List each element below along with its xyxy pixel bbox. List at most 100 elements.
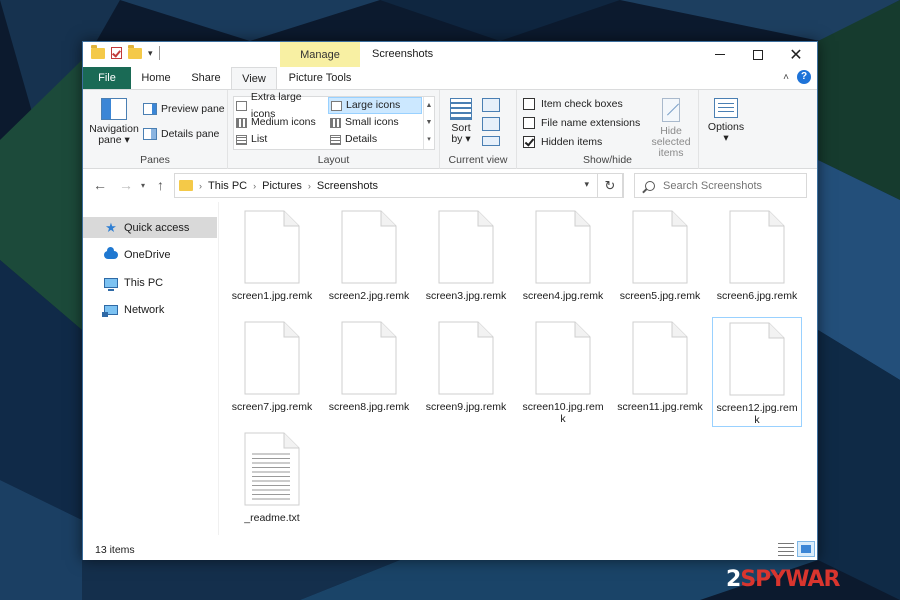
layout-large-icons[interactable]: Large icons — [328, 97, 422, 114]
up-arrow-icon[interactable]: ↑ — [157, 177, 164, 193]
file-item[interactable]: screen12.jpg.remk — [712, 317, 802, 427]
preview-pane-button[interactable]: Preview pane — [143, 100, 225, 118]
breadcrumb-this-pc[interactable]: This PC — [208, 180, 247, 192]
customize-toolbar-arrow-icon[interactable]: ▾ — [148, 48, 153, 59]
navigation-pane-button[interactable]: Navigation pane ▾ — [89, 98, 139, 146]
hidden-items-checkbox[interactable] — [523, 136, 535, 148]
help-icon[interactable]: ? — [797, 70, 811, 84]
address-bar[interactable]: › This PC › Pictures › Screenshots ▾ — [174, 173, 624, 198]
file-item[interactable]: screen9.jpg.remk — [421, 317, 511, 413]
folder-icon[interactable] — [91, 44, 105, 59]
large-icons-view-button[interactable] — [797, 541, 815, 557]
layout-list[interactable]: List — [234, 131, 328, 148]
blank-document-icon — [729, 322, 785, 396]
file-item[interactable]: screen10.jpg.remk — [518, 317, 608, 425]
sidebar-item-label: Quick access — [124, 221, 190, 234]
blank-document-icon — [341, 210, 397, 284]
tab-file[interactable]: File — [83, 67, 131, 89]
navigation-bar: ← → ▾ ↑ › This PC › Pictures › Screensho… — [83, 170, 817, 202]
collapse-ribbon-chevron-icon[interactable]: ˄ — [783, 72, 789, 83]
layout-scroll[interactable]: ▲ ▼ ▾ — [423, 97, 434, 149]
tab-picture-tools[interactable]: Picture Tools — [280, 67, 360, 89]
minimize-button[interactable] — [701, 42, 739, 67]
sidebar-item-this-pc[interactable]: This PC — [83, 272, 217, 293]
file-name: screen6.jpg.remk — [716, 290, 798, 302]
details-icon — [330, 134, 341, 145]
file-name: _readme.txt — [244, 512, 300, 524]
search-icon — [645, 180, 655, 191]
list-icon — [236, 134, 247, 145]
file-item[interactable]: screen11.jpg.remk — [615, 317, 705, 413]
tab-view[interactable]: View — [231, 67, 277, 90]
close-button[interactable]: ✕ — [777, 42, 815, 67]
group-by-icon[interactable] — [482, 98, 500, 112]
file-item[interactable]: screen5.jpg.remk — [615, 206, 705, 302]
sidebar-item-network[interactable]: Network — [83, 299, 217, 320]
layout-group-label: Layout — [317, 154, 350, 166]
tab-share[interactable]: Share — [181, 67, 231, 89]
close-icon: ✕ — [789, 46, 803, 64]
layout-item-label: List — [251, 133, 268, 145]
file-name: screen12.jpg.remk — [716, 402, 798, 426]
file-name: screen10.jpg.remk — [522, 401, 604, 425]
sort-by-button[interactable]: Sort by ▾ — [446, 98, 476, 145]
layout-group: Extra large icons Large icons Medium ico… — [228, 90, 440, 169]
sidebar-item-onedrive[interactable]: OneDrive — [83, 244, 217, 265]
file-item[interactable]: screen3.jpg.remk — [421, 206, 511, 302]
hide-selected-items-button[interactable]: Hide selected items — [643, 98, 699, 159]
options-group: Options ▾ — [699, 90, 754, 169]
details-view-button[interactable] — [777, 541, 795, 557]
file-item[interactable]: screen8.jpg.remk — [324, 317, 414, 413]
hidden-items-option[interactable]: Hidden items — [523, 134, 602, 150]
sidebar-item-label: This PC — [124, 276, 164, 289]
blank-document-icon — [244, 210, 300, 284]
maximize-button[interactable] — [739, 42, 777, 67]
file-item[interactable]: screen6.jpg.remk — [712, 206, 802, 302]
options-label: Options — [707, 121, 745, 133]
layout-extra-large-icons[interactable]: Extra large icons — [234, 91, 328, 120]
file-list: screen1.jpg.remk screen2.jpg.remk screen… — [220, 202, 817, 535]
file-item[interactable]: screen7.jpg.remk — [227, 317, 317, 413]
properties-check-icon[interactable] — [111, 47, 122, 59]
layout-item-label: Details — [345, 133, 378, 145]
add-columns-icon[interactable] — [482, 117, 500, 131]
layout-small-icons[interactable]: Small icons — [328, 114, 422, 131]
breadcrumb-pictures[interactable]: Pictures — [262, 180, 302, 192]
back-arrow-icon[interactable]: ← — [93, 177, 107, 193]
new-folder-icon[interactable] — [128, 44, 142, 59]
options-button[interactable]: Options ▾ — [703, 98, 749, 144]
item-check-boxes-option[interactable]: Item check boxes — [523, 96, 623, 112]
recent-locations-chevron-icon[interactable]: ▾ — [141, 181, 145, 190]
file-item[interactable]: screen1.jpg.remk — [227, 206, 317, 302]
file-name: screen4.jpg.remk — [522, 290, 604, 302]
medium-icons-icon — [236, 117, 247, 128]
sidebar-item-quick-access[interactable]: ★ Quick access — [83, 217, 217, 238]
search-input[interactable] — [663, 179, 793, 192]
layout-details[interactable]: Details — [328, 131, 422, 148]
show-hide-group-label: Show/hide — [582, 154, 633, 166]
file-item[interactable]: screen4.jpg.remk — [518, 206, 608, 302]
navigation-pane: ★ Quick access OneDrive This PC Network — [83, 202, 219, 535]
details-pane-button[interactable]: Details pane — [143, 125, 219, 143]
item-count: 13 items — [95, 544, 135, 556]
file-name-extensions-label: File name extensions — [541, 117, 641, 129]
refresh-button[interactable]: ↻ — [597, 173, 623, 198]
file-name-extensions-option[interactable]: File name extensions — [523, 115, 640, 131]
tab-home[interactable]: Home — [131, 67, 181, 89]
tab-manage[interactable]: Manage — [280, 42, 360, 67]
layout-medium-icons[interactable]: Medium icons — [234, 114, 328, 131]
file-name-extensions-checkbox[interactable] — [523, 117, 535, 129]
item-check-boxes-checkbox[interactable] — [523, 98, 535, 110]
file-name: screen11.jpg.remk — [617, 401, 703, 413]
file-item[interactable]: _readme.txt — [227, 428, 317, 524]
title-bar: ▾ Manage Screenshots ✕ — [83, 42, 817, 67]
breadcrumb-screenshots[interactable]: Screenshots — [317, 180, 378, 192]
toolbar-divider — [158, 46, 160, 60]
address-dropdown-chevron-icon[interactable]: ▾ — [584, 179, 589, 190]
navigation-pane-icon — [101, 98, 127, 120]
forward-arrow-icon[interactable]: → — [119, 177, 133, 193]
file-item[interactable]: screen2.jpg.remk — [324, 206, 414, 302]
size-columns-icon[interactable] — [482, 136, 500, 146]
blank-document-icon — [438, 321, 494, 395]
search-box[interactable] — [634, 173, 807, 198]
